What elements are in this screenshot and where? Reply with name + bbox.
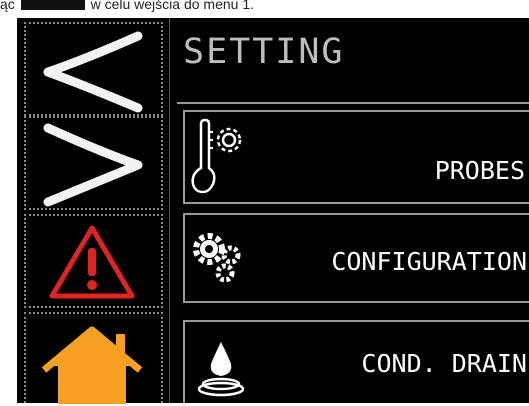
caption-prefix: ąc xyxy=(0,0,15,12)
menu-label-probes: PROBES xyxy=(434,156,525,185)
next-button[interactable] xyxy=(24,116,163,210)
thermometer-gear-icon xyxy=(191,118,242,194)
menu-label-configuration: CONFIGURATION xyxy=(331,247,527,276)
caption-suffix: w celu wejścia do menu 1. xyxy=(90,0,254,12)
warning-triangle-icon xyxy=(49,225,135,299)
document-caption: ąc w celu wejścia do menu 1. xyxy=(0,0,529,18)
menu-label-cond-drain: COND. DRAIN xyxy=(361,349,527,378)
alarm-button[interactable] xyxy=(24,214,163,308)
page-title: SETTING xyxy=(183,32,345,72)
menu-item-probes[interactable]: PROBES xyxy=(183,110,529,204)
title-underline xyxy=(177,102,529,104)
chevron-right-icon xyxy=(43,123,143,207)
water-drop-icon xyxy=(197,342,245,397)
device-screen: SETTING PROBES CONFIGURATION COND. DRAIN xyxy=(17,18,529,404)
caption-text: ąc w celu wejścia do menu 1. xyxy=(0,0,254,12)
key-image xyxy=(20,0,85,11)
menu-item-cond-drain[interactable]: COND. DRAIN xyxy=(183,320,529,403)
sidebar-divider xyxy=(169,18,173,403)
previous-button[interactable] xyxy=(24,22,163,116)
gears-icon xyxy=(193,233,241,283)
menu-item-configuration[interactable]: CONFIGURATION xyxy=(183,213,529,303)
chevron-left-icon xyxy=(43,31,143,113)
home-icon xyxy=(41,326,143,404)
home-button[interactable] xyxy=(24,312,163,404)
